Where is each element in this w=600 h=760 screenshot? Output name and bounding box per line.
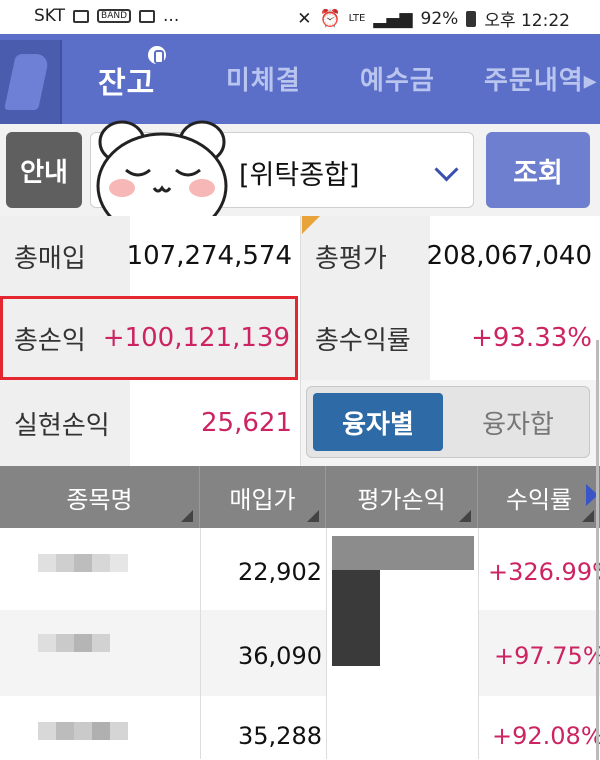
table-row[interactable]: 36,090 +97.75% [0, 610, 600, 696]
col-return-rate-label: 수익률 [505, 485, 573, 514]
col-stock-name-label: 종목명 [66, 485, 133, 514]
buy-price: 36,090 [238, 642, 322, 670]
redacted-stock-name [38, 722, 128, 744]
mail-icon [139, 9, 156, 23]
network-label: LTE [348, 13, 366, 24]
total-purchase-label: 총매입 [0, 216, 130, 296]
total-eval-value: 208,067,040 [427, 216, 600, 296]
return-rate: +92.08% [492, 722, 600, 750]
carrier-label: SKT [34, 6, 66, 26]
scrollbar[interactable] [596, 340, 599, 760]
back-tab-button[interactable] [0, 40, 62, 124]
search-button[interactable]: 조회 [486, 132, 590, 208]
highlight-box [0, 296, 298, 380]
realized-pnl-value: 25,621 [130, 380, 300, 466]
table-row[interactable]: 22,902 +326.99% [0, 528, 600, 610]
column-divider [200, 528, 201, 759]
chevron-down-icon [434, 157, 459, 182]
col-buy-price-label: 매입가 [229, 485, 296, 514]
col-eval-pnl[interactable]: 평가손익 [326, 466, 478, 528]
total-purchase-value: 107,274,574 [127, 216, 300, 296]
sort-icon [181, 510, 193, 522]
col-buy-price[interactable]: 매입가 [200, 466, 326, 528]
tab-deposit[interactable]: 예수금 [360, 60, 435, 97]
col-return-rate[interactable]: 수익률 [478, 466, 600, 528]
corner-marker [302, 216, 320, 234]
tab-balance[interactable]: 잔고 [98, 58, 155, 102]
loan-toggle[interactable]: 융자별 융자합 [306, 386, 590, 458]
gallery-icon [73, 9, 90, 23]
return-rate: +326.99% [488, 558, 600, 586]
sort-icon [582, 510, 594, 522]
total-return-label: 총수익률 [300, 296, 430, 380]
column-divider [478, 528, 479, 759]
band-icon: BAND [97, 9, 132, 23]
tab-order-history[interactable]: 주문내역▸ [484, 60, 598, 97]
table-row[interactable]: 35,288 +92.08% [0, 696, 600, 759]
signal-icon: ▂▄▆ [373, 8, 413, 29]
total-return-value: +93.33% [430, 296, 600, 380]
guide-button[interactable]: 안내 [6, 132, 82, 208]
mic-badge-icon [146, 44, 168, 66]
sort-icon [307, 510, 319, 522]
sort-icon [459, 510, 471, 522]
clock: 오후 12:22 [484, 11, 570, 31]
toggle-loan-sum[interactable]: 융자합 [453, 393, 583, 451]
realized-pnl-label: 실현손익 [0, 380, 130, 466]
account-type-value: [위탁종합] [239, 160, 360, 191]
buy-price: 22,902 [238, 558, 322, 586]
col-eval-pnl-label: 평가손익 [357, 485, 446, 514]
redacted-stock-name [38, 634, 110, 656]
redacted-stock-name [38, 554, 128, 576]
status-bar: SKT BAND ... ✕ ⏰ LTE ▂▄▆ 92% 오후 12:22 [0, 0, 600, 34]
alarm-icon: ⏰ [319, 8, 341, 29]
back-tab-icon [4, 54, 50, 110]
redaction-bar [332, 570, 380, 666]
battery-percent: 92% [420, 8, 459, 29]
tab-unfilled[interactable]: 미체결 [226, 60, 301, 97]
redaction-bar [332, 536, 474, 570]
buy-price: 35,288 [238, 722, 322, 750]
col-stock-name[interactable]: 종목명 [0, 466, 200, 528]
return-rate: +97.75% [494, 642, 600, 670]
battery-icon [466, 10, 477, 27]
toggle-by-loan[interactable]: 융자별 [313, 393, 443, 451]
more-notifications: ... [163, 6, 180, 26]
mute-icon: ✕ [297, 8, 312, 29]
column-divider [326, 528, 327, 759]
